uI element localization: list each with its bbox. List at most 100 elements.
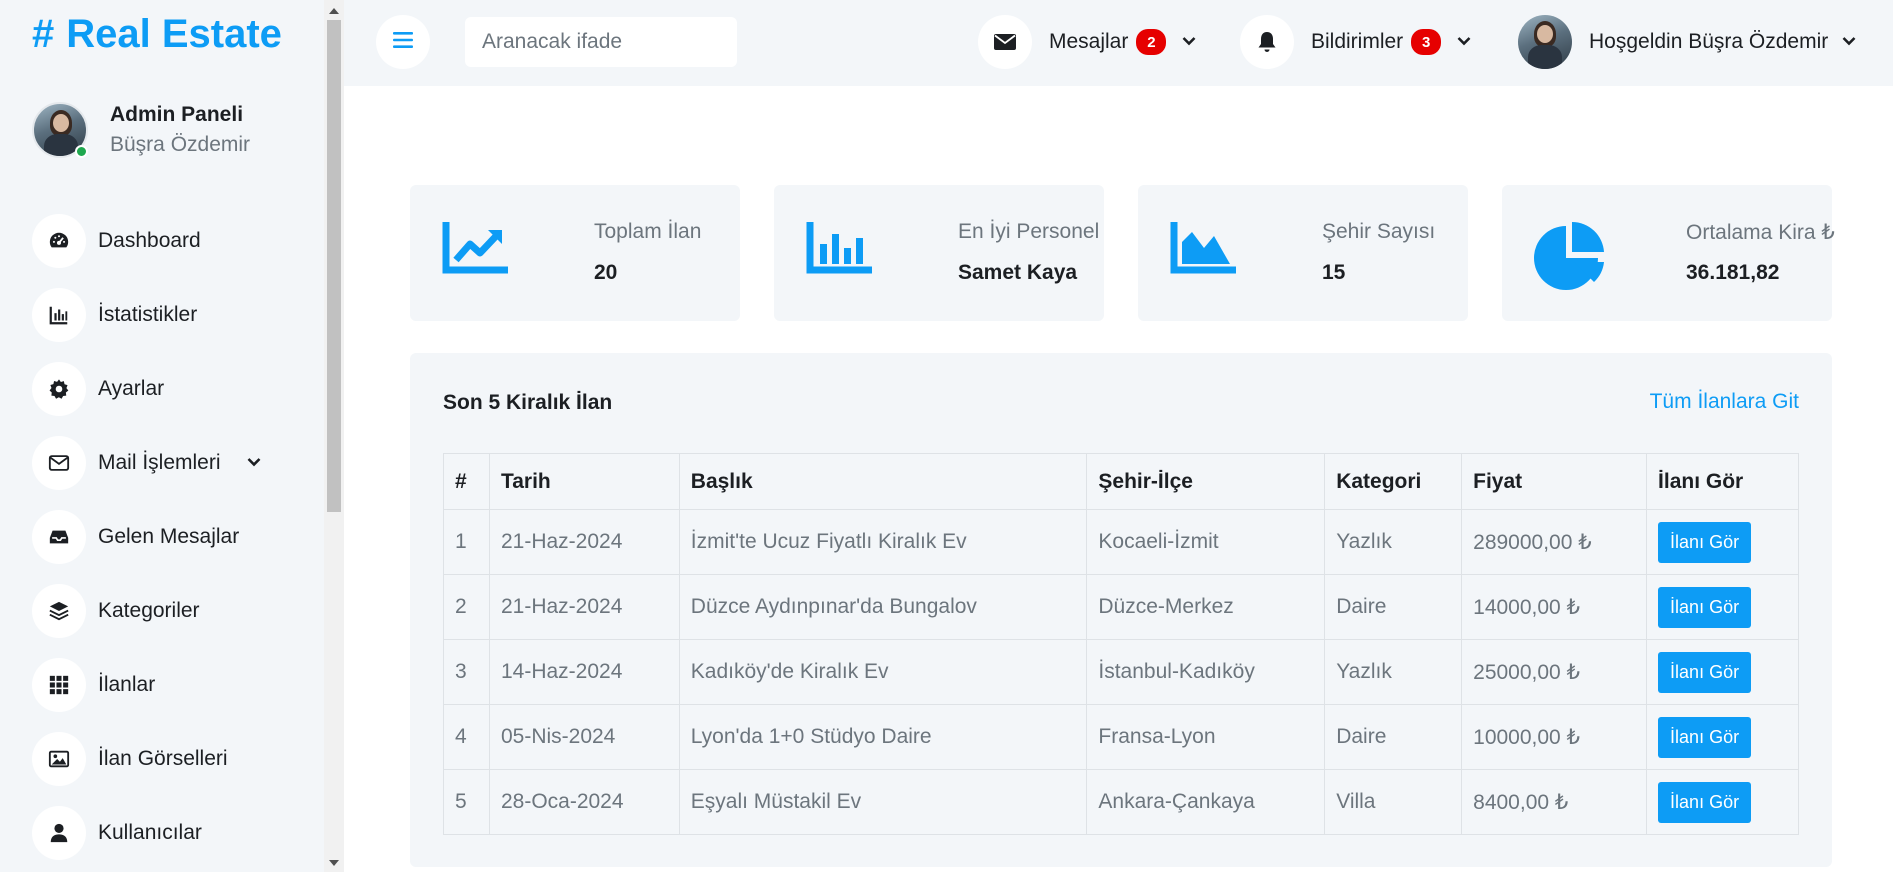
cell-action: İlanı Gör [1646, 704, 1799, 770]
cell-location: Ankara-Çankaya [1086, 769, 1326, 835]
cell-date: 05-Nis-2024 [488, 704, 680, 770]
sidebar-item-label: İlanlar [98, 673, 156, 696]
stat-card-average-rent: Ortalama Kira ₺ 36.181,82 [1502, 185, 1835, 321]
sidebar-item-label: Gelen Mesajlar [98, 525, 240, 548]
cell-category: Yazlık [1324, 639, 1463, 705]
scroll-up-arrow-icon[interactable] [329, 8, 339, 14]
cell-action: İlanı Gör [1646, 639, 1799, 705]
messages-count-badge: 2 [1136, 29, 1167, 55]
recent-listings-table: # Tarih Başlık Şehir-İlçe Kategori Fiyat… [443, 453, 1799, 835]
column-header: İlanı Gör [1646, 453, 1799, 510]
sidebar-item-label: Kullanıcılar [98, 821, 202, 844]
sidebar-item-inbox[interactable]: Gelen Mesajlar [32, 500, 261, 574]
gauge-icon [32, 214, 86, 268]
cell-action: İlanı Gör [1646, 574, 1799, 640]
gear-icon [32, 362, 86, 416]
chevron-down-icon [1842, 33, 1856, 51]
chart-icon [32, 288, 86, 342]
card-label: En İyi Personel [958, 220, 1100, 243]
brand-logo[interactable]: # Real Estate [32, 12, 282, 57]
area-chart-icon [1170, 220, 1238, 281]
table-row: 3 14-Haz-2024 Kadıköy'de Kiralık Ev İsta… [443, 639, 1799, 705]
brand-name: Real Estate [66, 12, 282, 56]
stat-card-city-count: Şehir Sayısı 15 [1138, 185, 1468, 321]
layers-icon [32, 584, 86, 638]
card-value: 36.181,82 [1686, 261, 1780, 284]
image-icon [32, 732, 86, 786]
search-input[interactable] [465, 17, 737, 67]
sidebar-item-dashboard[interactable]: Dashboard [32, 204, 261, 278]
sidebar-item-categories[interactable]: Kategoriler [32, 574, 261, 648]
sidebar-profile: Admin Paneli Büşra Özdemir [32, 102, 250, 158]
column-header: # [443, 453, 490, 510]
column-header: Fiyat [1461, 453, 1648, 510]
cell-price: 289000,00 ₺ [1461, 509, 1648, 575]
cell-title: Kadıköy'de Kiralık Ev [678, 639, 1088, 705]
column-header: Başlık [678, 453, 1088, 510]
cell-category: Villa [1324, 769, 1463, 835]
card-label: Toplam İlan [594, 220, 702, 243]
hamburger-icon [393, 31, 413, 54]
cell-date: 14-Haz-2024 [488, 639, 680, 705]
table-row: 2 21-Haz-2024 Düzce Aydınpınar'da Bungal… [443, 574, 1799, 640]
sidebar-item-label: Dashboard [98, 229, 201, 252]
cell-price: 14000,00 ₺ [1461, 574, 1648, 640]
cell-category: Yazlık [1324, 509, 1463, 575]
chevron-down-icon [1182, 33, 1196, 51]
inbox-icon [32, 510, 86, 564]
card-value: 20 [594, 261, 618, 284]
welcome-text: Hoşgeldin Büşra Özdemir [1589, 30, 1829, 53]
cell-title: Eşyalı Müstakil Ev [678, 769, 1088, 835]
sidebar-item-label: Mail İşlemleri [98, 451, 221, 474]
messages-dropdown[interactable]: Mesajlar 2 [978, 15, 1196, 69]
pie-chart-icon [1534, 220, 1606, 295]
card-value: 15 [1322, 261, 1346, 284]
card-label: Şehir Sayısı [1322, 220, 1436, 243]
table-header-row: # Tarih Başlık Şehir-İlçe Kategori Fiyat… [443, 453, 1799, 510]
card-label: Ortalama Kira ₺ [1686, 221, 1835, 244]
view-listing-button[interactable]: İlanı Gör [1658, 716, 1752, 758]
column-header: Kategori [1324, 453, 1463, 510]
envelope-icon [32, 436, 86, 490]
view-listing-button[interactable]: İlanı Gör [1658, 651, 1752, 693]
table-row: 4 05-Nis-2024 Lyon'da 1+0 Stüdyo Daire F… [443, 704, 1799, 770]
table-row: 5 28-Oca-2024 Eşyalı Müstakil Ev Ankara-… [443, 769, 1799, 835]
scrollbar-thumb[interactable] [327, 20, 341, 512]
sidebar-item-label: İstatistikler [98, 303, 198, 326]
chevron-down-icon[interactable] [247, 454, 261, 472]
notifications-count-badge: 3 [1411, 29, 1442, 55]
cell-price: 10000,00 ₺ [1461, 704, 1648, 770]
sidebar-scrollbar[interactable] [324, 0, 344, 872]
all-listings-link[interactable]: Tüm İlanlara Git [1650, 390, 1799, 414]
table-row: 1 21-Haz-2024 İzmit'te Ucuz Fiyatlı Kira… [443, 509, 1799, 575]
sidebar-item-label: İlan Görselleri [98, 747, 228, 770]
sidebar: # Real Estate Admin Paneli Büşra Özdemir… [0, 0, 324, 872]
view-listing-button[interactable]: İlanı Gör [1658, 781, 1752, 823]
chevron-down-icon [1457, 33, 1471, 51]
sidebar-item-users[interactable]: Kullanıcılar [32, 796, 261, 870]
notifications-dropdown[interactable]: Bildirimler 3 [1240, 15, 1471, 69]
sidebar-item-listings[interactable]: İlanlar [32, 648, 261, 722]
cell-location: İstanbul-Kadıköy [1086, 639, 1326, 705]
trend-up-icon [442, 220, 510, 281]
cell-action: İlanı Gör [1646, 769, 1799, 835]
sidebar-item-listing-images[interactable]: İlan Görselleri [32, 722, 261, 796]
view-listing-button[interactable]: İlanı Gör [1658, 586, 1752, 628]
view-listing-button[interactable]: İlanı Gör [1658, 521, 1752, 563]
menu-toggle-button[interactable] [376, 15, 430, 69]
sidebar-item-settings[interactable]: Ayarlar [32, 352, 261, 426]
cell-category: Daire [1324, 574, 1463, 640]
cell-location: Kocaeli-İzmit [1086, 509, 1326, 575]
cell-location: Düzce-Merkez [1086, 574, 1326, 640]
user-icon [32, 806, 86, 860]
bar-chart-icon [806, 220, 874, 281]
sidebar-item-statistics[interactable]: İstatistikler [32, 278, 261, 352]
panel-title: Son 5 Kiralık İlan [443, 391, 613, 414]
scroll-down-arrow-icon[interactable] [329, 860, 339, 866]
cell-price: 8400,00 ₺ [1461, 769, 1648, 835]
cell-title: Düzce Aydınpınar'da Bungalov [678, 574, 1088, 640]
cell-index: 2 [443, 574, 490, 640]
messages-label: Mesajlar [1049, 30, 1129, 53]
sidebar-item-mail[interactable]: Mail İşlemleri [32, 426, 261, 500]
user-menu-dropdown[interactable]: Hoşgeldin Büşra Özdemir [1518, 15, 1856, 69]
